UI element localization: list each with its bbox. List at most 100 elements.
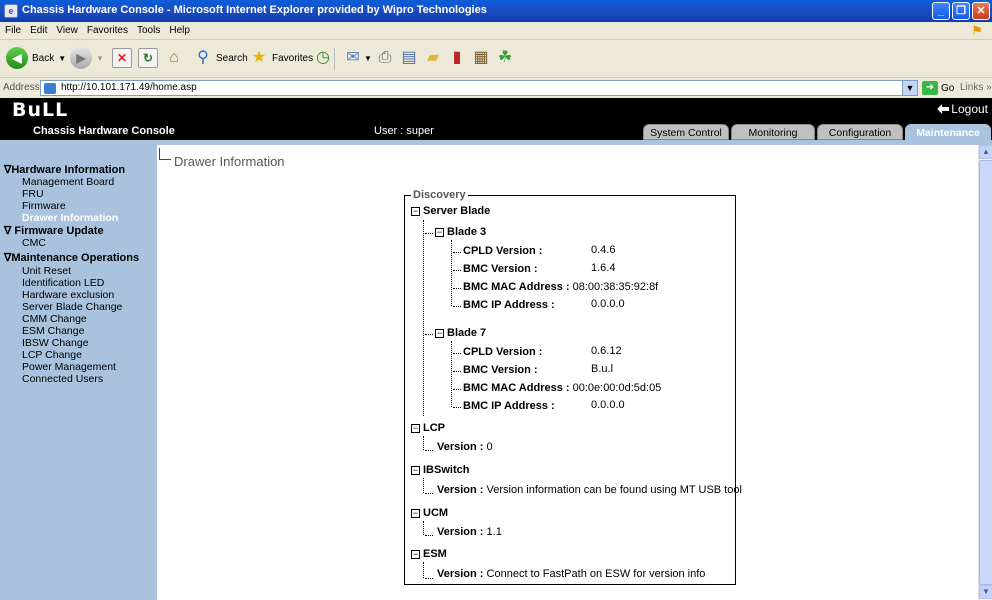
sidebar-item-firmware[interactable]: Firmware: [22, 200, 66, 212]
tree-line: [453, 371, 461, 372]
home-button[interactable]: ⌂: [163, 46, 185, 70]
browser-window: e Chassis Hardware Console - Microsoft I…: [0, 0, 992, 600]
logout-label: Logout: [951, 102, 988, 116]
history-button[interactable]: ◷: [312, 46, 334, 70]
menu-favorites[interactable]: Favorites: [82, 22, 132, 36]
close-button[interactable]: ✕: [972, 2, 990, 20]
collapse-toggle-icon[interactable]: −: [411, 206, 420, 216]
tab-monitoring[interactable]: Monitoring: [731, 124, 815, 140]
messenger-button[interactable]: ☘: [494, 46, 516, 70]
home-icon: ⌂: [169, 49, 179, 66]
esm-node[interactable]: − ESM: [411, 548, 447, 560]
address-bar: Address http://10.101.171.49/home.asp ▼ …: [0, 78, 992, 98]
tree-line: [425, 578, 433, 579]
minimize-button[interactable]: _: [932, 2, 950, 20]
address-dropdown[interactable]: ▼: [902, 81, 917, 95]
tab-configuration[interactable]: Configuration: [817, 124, 903, 140]
field-label: Version :: [437, 526, 484, 538]
collapse-toggle-icon[interactable]: −: [411, 549, 420, 559]
tab-system-control[interactable]: System Control: [643, 124, 729, 140]
field-label: Version :: [437, 441, 484, 453]
sidebar-item-esm-change[interactable]: ESM Change: [22, 325, 84, 337]
research-button[interactable]: ▦: [470, 46, 492, 70]
blade-3-node[interactable]: − Blade 3: [435, 226, 486, 238]
sidebar-item-unit-reset[interactable]: Unit Reset: [22, 265, 71, 277]
vertical-scrollbar[interactable]: ▲ ▼: [978, 145, 992, 600]
mail-button[interactable]: ✉ ▼: [342, 46, 372, 70]
tree-line: [423, 521, 424, 535]
sidebar-item-management-board[interactable]: Management Board: [22, 176, 114, 188]
lcp-node[interactable]: − LCP: [411, 422, 445, 434]
sidebar-group-hardware-information[interactable]: ∇Hardware Information: [4, 163, 125, 176]
refresh-button[interactable]: ↻: [138, 46, 158, 70]
esm-label: ESM: [423, 548, 447, 560]
window-title: Chassis Hardware Console - Microsoft Int…: [22, 4, 487, 16]
refresh-icon: ↻: [138, 48, 158, 68]
sidebar-item-cmc[interactable]: CMC: [22, 237, 46, 249]
tab-maintenance[interactable]: Maintenance: [905, 124, 991, 140]
tree-line: [453, 288, 461, 289]
research-icon: ▦: [473, 49, 489, 66]
blade-7-cpld-version: CPLD Version :: [463, 346, 542, 358]
print-button[interactable]: ⎙: [374, 46, 396, 70]
discovery-legend: Discovery: [411, 189, 468, 201]
collapse-toggle-icon[interactable]: −: [435, 328, 444, 338]
logout-link[interactable]: Logout: [937, 102, 988, 116]
folder-button[interactable]: ▰: [422, 46, 444, 70]
ucm-node[interactable]: − UCM: [411, 507, 448, 519]
sidebar-group-maintenance-operations[interactable]: ∇Maintenance Operations: [4, 251, 139, 264]
sidebar-item-fru[interactable]: FRU: [22, 188, 44, 200]
sidebar-item-connected-users[interactable]: Connected Users: [22, 373, 103, 385]
sidebar-group-firmware-update[interactable]: ∇ Firmware Update: [4, 224, 104, 237]
edit-page-icon: ▤: [401, 49, 417, 66]
blade-3-bmc-ip-value: 0.0.0.0: [591, 298, 625, 310]
menu-help[interactable]: Help: [164, 22, 194, 36]
title-corner-decoration: [159, 148, 171, 160]
sidebar-item-ibsw-change[interactable]: IBSW Change: [22, 337, 89, 349]
stop-button[interactable]: ✕: [112, 46, 132, 70]
blade-3-cpld-version-value: 0.4.6: [591, 244, 616, 256]
sidebar-item-cmm-change[interactable]: CMM Change: [22, 313, 87, 325]
server-blade-node[interactable]: − Server Blade: [411, 205, 490, 217]
go-button[interactable]: ➜ Go: [922, 81, 954, 95]
address-url: http://10.101.171.49/home.asp: [61, 82, 197, 93]
edit-button[interactable]: ▤: [398, 46, 420, 70]
forward-button[interactable]: ▶ ▼: [70, 46, 104, 70]
blade-7-bmc-version: BMC Version :: [463, 364, 538, 376]
field-label: BMC IP Address :: [463, 299, 555, 311]
messenger-icon: ☘: [497, 49, 513, 66]
menu-view[interactable]: View: [51, 22, 82, 36]
favorites-button[interactable]: ★ Favorites: [248, 46, 313, 70]
blade-7-node[interactable]: − Blade 7: [435, 327, 486, 339]
sidebar-item-identification-led[interactable]: Identification LED: [22, 277, 104, 289]
menu-tools[interactable]: Tools: [132, 22, 164, 36]
back-arrow-icon: ◀: [6, 47, 28, 69]
ibswitch-node[interactable]: − IBSwitch: [411, 464, 469, 476]
scroll-down-arrow-icon[interactable]: ▼: [979, 585, 992, 599]
links-button[interactable]: Links »: [960, 82, 992, 93]
sidebar-item-power-management[interactable]: Power Management: [22, 361, 116, 373]
maximize-button[interactable]: ❐: [952, 2, 970, 20]
collapse-toggle-icon[interactable]: −: [435, 227, 444, 237]
search-icon: ⚲: [197, 49, 209, 66]
collapse-toggle-icon[interactable]: −: [411, 465, 420, 475]
scroll-up-arrow-icon[interactable]: ▲: [979, 145, 992, 159]
menu-file[interactable]: File: [0, 22, 25, 36]
page-title: Drawer Information: [174, 154, 285, 169]
back-button[interactable]: ◀ Back ▼: [6, 46, 66, 70]
sidebar-item-hardware-exclusion[interactable]: Hardware exclusion: [22, 289, 114, 301]
menu-bar: File Edit View Favorites Tools Help ⚑: [0, 22, 992, 40]
scrollbar-thumb[interactable]: [979, 160, 992, 585]
pdf-button[interactable]: ▮: [446, 46, 468, 70]
sidebar-item-drawer-information[interactable]: Drawer Information: [22, 212, 118, 224]
collapse-toggle-icon[interactable]: −: [411, 508, 420, 518]
search-button[interactable]: ⚲ Search: [192, 46, 248, 70]
sidebar: ∇Hardware Information Management Board F…: [0, 145, 157, 600]
menu-edit[interactable]: Edit: [25, 22, 51, 36]
collapse-toggle-icon[interactable]: −: [411, 423, 420, 433]
address-input[interactable]: http://10.101.171.49/home.asp ▼: [40, 80, 918, 96]
toolbar: ◀ Back ▼ ▶ ▼ ✕ ↻ ⌂ ⚲ Search ★ Favorites …: [0, 40, 992, 78]
sidebar-item-lcp-change[interactable]: LCP Change: [22, 349, 82, 361]
mail-icon: ✉: [346, 49, 360, 66]
sidebar-item-server-blade-change[interactable]: Server Blade Change: [22, 301, 122, 313]
